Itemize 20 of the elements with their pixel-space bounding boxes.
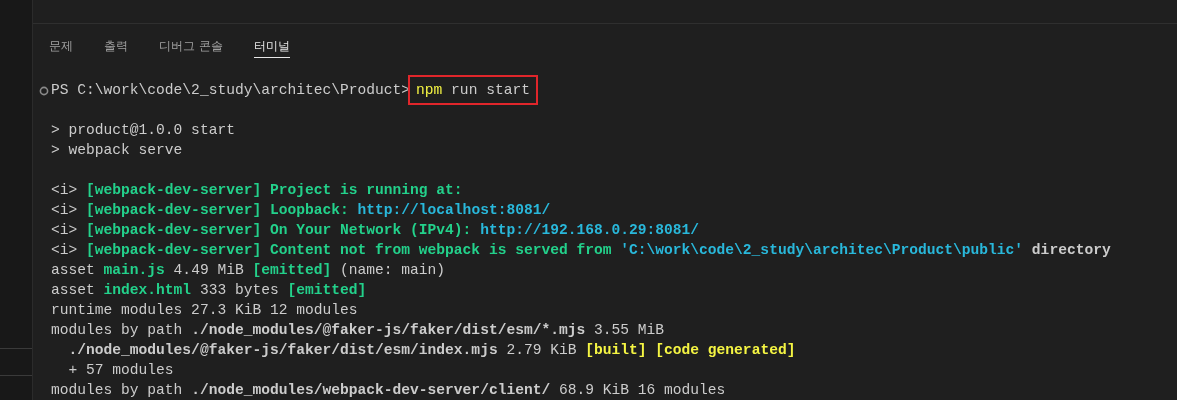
- terminal-line: <i> [webpack-dev-server] Loopback: http://localhost:8081/: [50, 201, 551, 220]
- terminal-line: <i> [webpack-dev-server] On Your Network (IPv4): http://192.168.0.29:8081/: [50, 221, 700, 240]
- command-text: npm run start: [408, 75, 538, 105]
- terminal-line: <i> [webpack-dev-server] Content not from webpack is served from 'C:\work\code\2_study\architec\Product\public' directory: [50, 241, 1111, 260]
- terminal-line: > webpack serve: [50, 141, 183, 160]
- circle-icon[interactable]: [39, 85, 49, 96]
- panel-tab[interactable]: 문제: [49, 35, 73, 58]
- panel-tab[interactable]: 터미널: [253, 35, 290, 58]
- terminal-line: ./node_modules/@faker-js/faker/dist/esm/index.mjs 2.79 KiB [built] [code generated]: [67, 341, 796, 360]
- terminal-line: + 57 modules: [67, 361, 174, 380]
- prompt-path: PS C:\work\code\2_study\architec\Product>: [51, 81, 411, 100]
- terminal-line: <i> [webpack-dev-server] Project is running at:: [50, 181, 463, 200]
- terminal-line: asset index.html 333 bytes [emitted]: [50, 281, 367, 300]
- panel-tab[interactable]: 출력: [104, 35, 128, 58]
- terminal-line: asset main.js 4.49 MiB [emitted] (name: main): [50, 261, 446, 280]
- terminal-line: modules by path ./node_modules/@faker-js/faker/dist/esm/*.mjs 3.55 MiB: [50, 321, 665, 340]
- panel-tab[interactable]: 디버그 콘솔: [159, 35, 223, 58]
- terminal-line: > product@1.0.0 start: [50, 121, 235, 140]
- terminal-line: runtime modules 27.3 KiB 12 modules: [50, 301, 358, 320]
- terminal-line: modules by path ./node_modules/webpack-dev-server/client/ 68.9 KiB 16 modules: [50, 381, 726, 400]
